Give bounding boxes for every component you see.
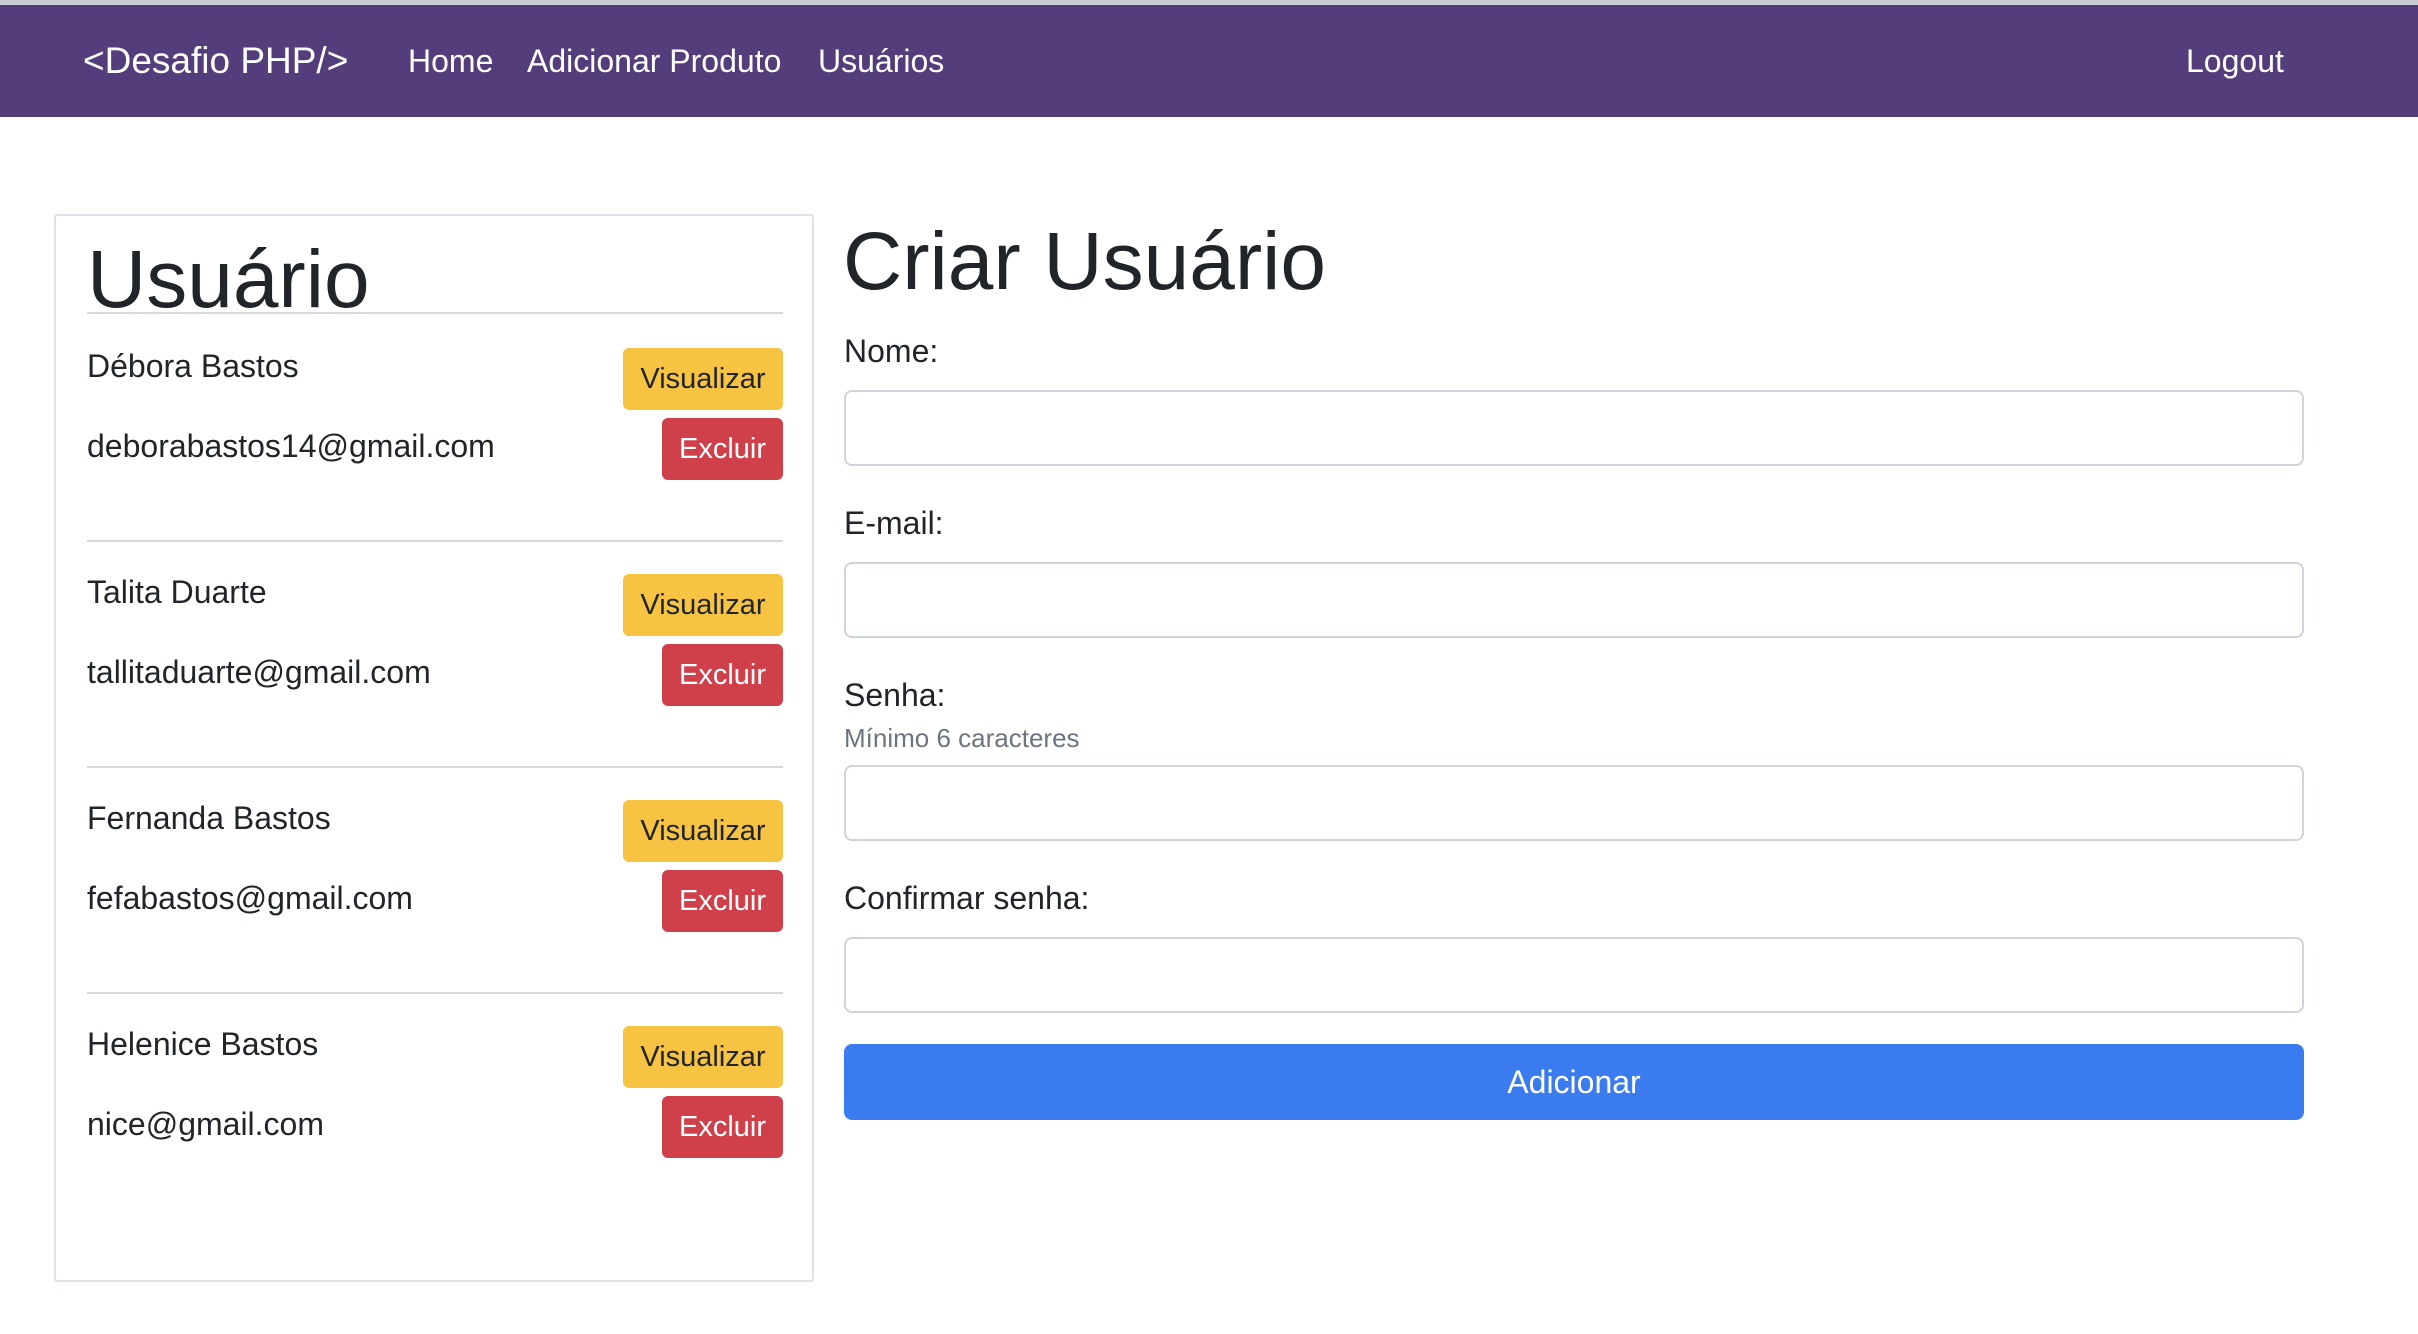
- password-help-text: Mínimo 6 caracteres: [844, 723, 1080, 753]
- view-user-button[interactable]: Visualizar: [623, 800, 783, 862]
- user-item: Fernanda Bastos fefabastos@gmail.com Vis…: [87, 768, 783, 994]
- user-email: fefabastos@gmail.com: [87, 880, 413, 916]
- user-item: Talita Duarte tallitaduarte@gmail.com Vi…: [87, 542, 783, 768]
- add-user-button[interactable]: Adicionar: [844, 1044, 2304, 1120]
- title-divider: [87, 312, 783, 314]
- delete-user-button[interactable]: Excluir: [662, 870, 783, 932]
- user-email: tallitaduarte@gmail.com: [87, 654, 431, 690]
- confirm-password-input[interactable]: [844, 937, 2304, 1013]
- delete-user-button[interactable]: Excluir: [662, 644, 783, 706]
- user-name: Talita Duarte: [87, 574, 267, 610]
- user-item: Helenice Bastos nice@gmail.com Visualiza…: [87, 994, 783, 1220]
- user-name: Helenice Bastos: [87, 1026, 319, 1062]
- email-input[interactable]: [844, 562, 2304, 638]
- user-email: deborabastos14@gmail.com: [87, 428, 495, 464]
- delete-user-button[interactable]: Excluir: [662, 1096, 783, 1158]
- form-title: Criar Usuário: [843, 216, 1326, 307]
- user-item: Débora Bastos deborabastos14@gmail.com V…: [87, 316, 783, 542]
- brand-link[interactable]: <Desafio PHP/>: [83, 5, 348, 117]
- confirm-password-label: Confirmar senha:: [844, 880, 1090, 916]
- view-user-button[interactable]: Visualizar: [623, 348, 783, 410]
- view-user-button[interactable]: Visualizar: [623, 1026, 783, 1088]
- nav-link-add-product[interactable]: Adicionar Produto: [527, 5, 781, 117]
- logout-link[interactable]: Logout: [2186, 5, 2284, 117]
- delete-user-button[interactable]: Excluir: [662, 418, 783, 480]
- email-label: E-mail:: [844, 505, 944, 541]
- user-list-title: Usuário: [87, 234, 370, 325]
- view-user-button[interactable]: Visualizar: [623, 574, 783, 636]
- nav-link-users[interactable]: Usuários: [818, 5, 944, 117]
- user-list-card: Usuário Débora Bastos deborabastos14@gma…: [54, 214, 814, 1282]
- nav-link-home[interactable]: Home: [408, 5, 493, 117]
- name-input[interactable]: [844, 390, 2304, 466]
- user-name: Débora Bastos: [87, 348, 299, 384]
- name-label: Nome:: [844, 333, 939, 369]
- password-label: Senha:: [844, 677, 946, 713]
- user-name: Fernanda Bastos: [87, 800, 331, 836]
- navbar: <Desafio PHP/> Home Adicionar Produto Us…: [0, 5, 2418, 117]
- user-email: nice@gmail.com: [87, 1106, 324, 1142]
- password-input[interactable]: [844, 765, 2304, 841]
